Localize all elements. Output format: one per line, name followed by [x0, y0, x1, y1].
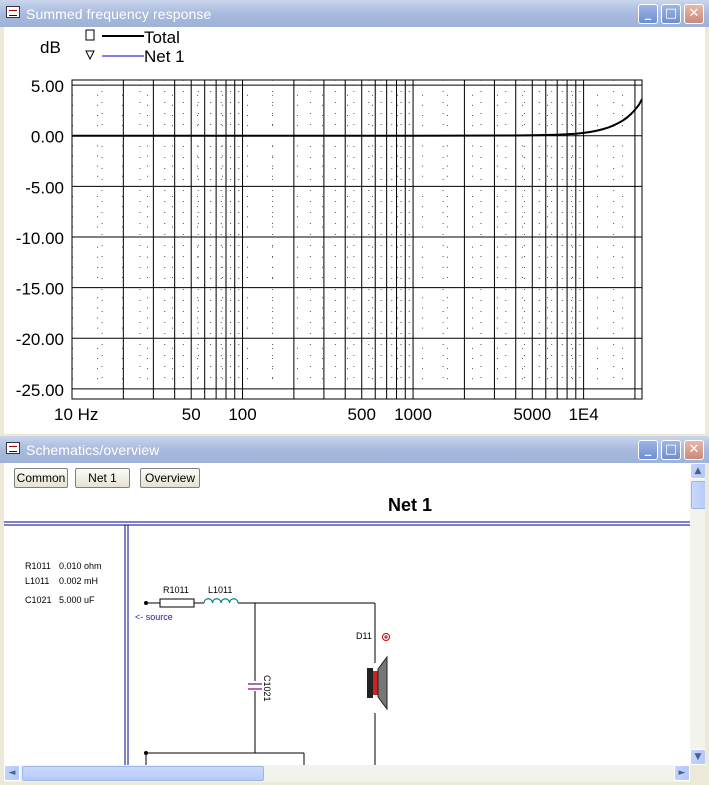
speaker-polarity-icon — [382, 633, 390, 641]
scroll-left-button[interactable]: ◄ — [4, 765, 20, 781]
chart-series — [72, 98, 643, 137]
chart-tick-labels: 5.00 0.00 -5.00 -10.00 -15.00 -20.00 -25.00 10 … — [16, 77, 599, 424]
frequency-response-window: Summed frequency response _ □ ✕ dB Total… — [0, 0, 709, 436]
frequency-chart[interactable]: dB Total Net 1 5.00 0.00 -5.00 -10.00 -15.00… — [4, 27, 705, 434]
legend-net1-marker — [85, 50, 95, 61]
y-tick-label: -25.00 — [16, 381, 64, 400]
close-icon: ✕ — [688, 442, 700, 457]
chart-area: dB Total Net 1 5.00 0.00 -5.00 -10.00 -15.00… — [4, 27, 705, 434]
schematic-area: Common Net 1 Overview Net 1 R1011 0.010 … — [4, 463, 705, 765]
schematics-window: Schematics/overview _ □ ✕ Common Net 1 O… — [0, 436, 709, 785]
x-tick-label: 1E4 — [568, 405, 598, 424]
component-value: 0.010 ohm — [59, 561, 102, 571]
component-value: 0.002 mH — [59, 576, 98, 586]
close-button[interactable]: ✕ — [684, 440, 704, 460]
chart-window-icon — [6, 6, 20, 18]
resistor-label: R1011 — [163, 585, 189, 595]
inductor-l1011[interactable] — [203, 598, 239, 604]
x-tick-label: 50 — [182, 405, 201, 424]
minimize-button[interactable]: _ — [638, 440, 658, 460]
x-tick-label: 500 — [348, 405, 376, 424]
schem-titlebar[interactable]: Schematics/overview _ □ ✕ — [0, 436, 709, 463]
legend: Total Net 1 — [85, 28, 185, 66]
horizontal-scroll-thumb[interactable] — [22, 766, 264, 781]
resistor-r1011[interactable] — [159, 598, 195, 608]
component-ref: C1021 — [25, 595, 52, 605]
minimize-icon: _ — [644, 6, 652, 21]
chart-grid — [71, 79, 643, 400]
component-value: 5.000 uF — [59, 595, 95, 605]
close-icon: ✕ — [688, 6, 700, 21]
series-line-total — [72, 98, 643, 137]
y-tick-label: -10.00 — [16, 229, 64, 248]
scroll-up-button[interactable]: ▲ — [690, 463, 705, 479]
horizontal-scrollbar[interactable]: ◄ ► — [4, 765, 690, 782]
schematic-canvas[interactable]: Net 1 R1011 0.010 ohm L1011 0.002 mH C10… — [4, 463, 690, 765]
x-tick-label: 10 Hz — [54, 405, 98, 424]
plot-frame — [71, 79, 643, 400]
maximize-icon: □ — [664, 6, 678, 21]
scroll-right-button[interactable]: ► — [674, 765, 690, 781]
y-axis-unit-label: dB — [40, 38, 61, 57]
component-ref: L1011 — [25, 576, 49, 586]
legend-total-marker — [85, 29, 95, 41]
y-tick-label: -15.00 — [16, 280, 64, 299]
y-tick-label: 0.00 — [31, 128, 64, 147]
x-tick-label: 5000 — [513, 405, 551, 424]
maximize-icon: □ — [664, 442, 678, 457]
vertical-scrollbar[interactable]: ▲ ▼ — [690, 463, 705, 765]
speaker-d11[interactable] — [367, 655, 388, 711]
minimize-icon: _ — [644, 442, 652, 457]
net-heading: Net 1 — [388, 495, 432, 515]
schem-window-title: Schematics/overview — [26, 442, 160, 458]
legend-net1-label: Net 1 — [144, 47, 185, 66]
vertical-scroll-thumb[interactable] — [691, 481, 705, 509]
freq-titlebar[interactable]: Summed frequency response _ □ ✕ — [0, 0, 709, 27]
legend-total-label: Total — [144, 28, 180, 47]
inductor-label: L1011 — [208, 585, 232, 595]
ground-terminal[interactable] — [144, 751, 148, 755]
scroll-down-button[interactable]: ▼ — [690, 749, 705, 765]
x-tick-label: 1000 — [394, 405, 432, 424]
schematic-window-icon — [6, 442, 20, 454]
maximize-button[interactable]: □ — [661, 440, 681, 460]
capacitor-label: C1021 — [262, 675, 272, 702]
freq-window-title: Summed frequency response — [26, 6, 212, 22]
source-label: <- source — [135, 612, 173, 622]
capacitor-c1021[interactable] — [248, 683, 262, 690]
y-tick-label: -20.00 — [16, 330, 64, 349]
y-tick-label: 5.00 — [31, 77, 64, 96]
component-ref: R1011 — [25, 561, 51, 571]
source-terminal[interactable] — [144, 601, 148, 605]
maximize-button[interactable]: □ — [661, 4, 681, 24]
y-tick-label: -5.00 — [25, 178, 64, 197]
minimize-button[interactable]: _ — [638, 4, 658, 24]
speaker-label: D11 — [356, 631, 372, 641]
series-line-net-1 — [72, 98, 643, 137]
x-tick-label: 100 — [228, 405, 256, 424]
component-value-list: R1011 0.010 ohm L1011 0.002 mH C1021 5.0… — [25, 561, 102, 605]
close-button[interactable]: ✕ — [684, 4, 704, 24]
